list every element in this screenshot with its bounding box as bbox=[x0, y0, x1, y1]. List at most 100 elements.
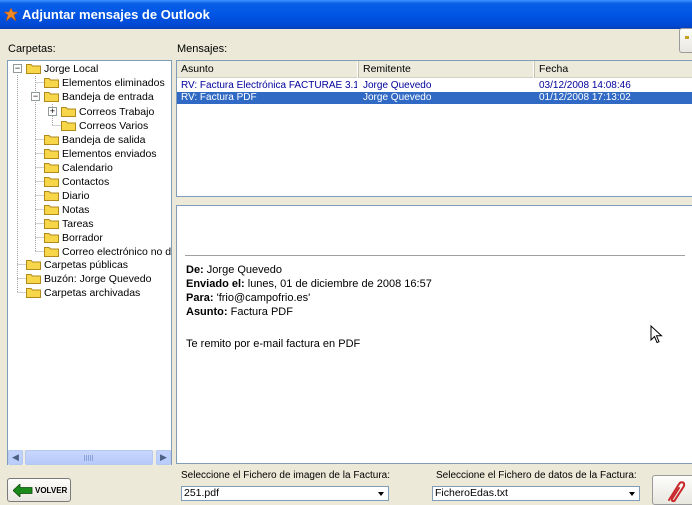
tree-item-carpetas-archivadas[interactable]: Carpetas archivadas bbox=[26, 286, 140, 300]
image-file-value: 251.pdf bbox=[184, 487, 220, 499]
to-label: Para: bbox=[186, 292, 214, 304]
tree-item-contactos[interactable]: Contactos bbox=[44, 175, 109, 189]
message-sender: Jorge Quevedo bbox=[363, 80, 432, 91]
message-list[interactable]: Asunto Remitente Fecha RV: Factura Elect… bbox=[176, 60, 692, 197]
column-header-subject[interactable]: Asunto bbox=[177, 61, 359, 78]
tree-item-correos-trabajo[interactable]: + Correos Trabajo bbox=[47, 105, 154, 119]
subject-label: Asunto: bbox=[186, 306, 228, 318]
folder-icon bbox=[44, 163, 59, 173]
folder-icon bbox=[26, 260, 41, 270]
folders-label: Carpetas: bbox=[8, 43, 56, 55]
image-file-label: Seleccione el Fichero de imagen de la Fa… bbox=[181, 470, 391, 481]
message-subject: RV: Factura PDF bbox=[181, 92, 257, 103]
tree-horizontal-scrollbar[interactable]: ◀ ▶ bbox=[8, 450, 171, 465]
attach-button[interactable] bbox=[652, 475, 692, 505]
preview-separator bbox=[185, 255, 685, 256]
folder-icon bbox=[44, 205, 59, 215]
tree-item-elementos-eliminados[interactable]: Elementos eliminados bbox=[44, 76, 165, 90]
image-file-select[interactable]: 251.pdf bbox=[181, 486, 389, 501]
title-bar: Adjuntar mensajes de Outlook bbox=[0, 0, 692, 29]
tree-item-label: Correos Varios bbox=[79, 120, 149, 132]
folder-icon bbox=[44, 78, 59, 88]
window-title: Adjuntar mensajes de Outlook bbox=[22, 7, 210, 22]
tree-item-borrador[interactable]: Borrador bbox=[44, 231, 103, 245]
tree-item-label: Tareas bbox=[62, 218, 94, 230]
tree-item-diario[interactable]: Diario bbox=[44, 189, 89, 203]
column-header-date[interactable]: Fecha bbox=[535, 61, 692, 78]
tree-item-tareas[interactable]: Tareas bbox=[44, 217, 94, 231]
grip-icon bbox=[84, 455, 93, 461]
folder-icon bbox=[44, 191, 59, 201]
folder-icon bbox=[44, 233, 59, 243]
chevron-down-icon[interactable] bbox=[624, 487, 639, 500]
folder-icon bbox=[26, 274, 41, 284]
folder-icon bbox=[26, 64, 41, 74]
tree-item-label: Bandeja de salida bbox=[62, 134, 146, 146]
app-logo-icon bbox=[4, 8, 18, 21]
tree-item-label: Correo electrónico no des bbox=[62, 246, 172, 258]
tree-item-calendario[interactable]: Calendario bbox=[44, 161, 113, 175]
folder-icon bbox=[44, 92, 59, 102]
to-value: 'frio@campofrio.es' bbox=[216, 292, 311, 304]
collapse-icon[interactable]: − bbox=[31, 92, 40, 101]
tree-item-notas[interactable]: Notas bbox=[44, 203, 89, 217]
message-subject: RV: Factura Electrónica FACTURAE 3.1 bbox=[181, 80, 357, 91]
tree-item-label: Calendario bbox=[62, 162, 113, 174]
tree-item-label: Jorge Local bbox=[44, 63, 99, 75]
tree-item-label: Correos Trabajo bbox=[79, 106, 155, 118]
folder-icon bbox=[44, 219, 59, 229]
mouse-cursor-icon bbox=[650, 325, 663, 344]
folder-tree[interactable]: − Jorge Local Elementos eliminados − Ban… bbox=[7, 60, 172, 465]
tree-item-label: Elementos enviados bbox=[62, 148, 157, 160]
scroll-thumb[interactable] bbox=[25, 450, 153, 465]
collapse-icon[interactable]: − bbox=[13, 64, 22, 73]
key-icon bbox=[685, 36, 689, 39]
message-date: 03/12/2008 14:08:46 bbox=[539, 80, 631, 91]
message-row-selected[interactable]: RV: Factura PDF Jorge Quevedo 01/12/2008… bbox=[177, 92, 692, 104]
tree-item-buzon[interactable]: Buzón: Jorge Quevedo bbox=[26, 272, 151, 286]
message-preview: De: Jorge Quevedo Enviado el: lunes, 01 … bbox=[176, 205, 692, 464]
tree-item-correo-no-deseado[interactable]: Correo electrónico no des bbox=[44, 245, 172, 259]
folder-icon bbox=[26, 288, 41, 298]
folder-icon bbox=[44, 247, 59, 257]
sent-value: lunes, 01 de diciembre de 2008 16:57 bbox=[247, 278, 432, 290]
tree-item-bandeja-salida[interactable]: Bandeja de salida bbox=[44, 133, 145, 147]
tree-item-correos-varios[interactable]: Correos Varios bbox=[61, 119, 148, 133]
preview-body: Te remito por e-mail factura en PDF bbox=[186, 338, 361, 350]
tree-item-carpetas-publicas[interactable]: Carpetas públicas bbox=[26, 258, 128, 272]
tree-item-bandeja-entrada[interactable]: − Bandeja de entrada bbox=[30, 90, 154, 104]
scroll-left-button[interactable]: ◀ bbox=[8, 450, 23, 465]
back-button[interactable]: VOLVER bbox=[7, 478, 71, 502]
folder-icon bbox=[61, 107, 76, 117]
data-file-select[interactable]: FicheroEdas.txt bbox=[432, 486, 640, 501]
tree-item-elementos-enviados[interactable]: Elementos enviados bbox=[44, 147, 157, 161]
data-file-value: FicheroEdas.txt bbox=[435, 487, 508, 499]
tree-item-label: Elementos eliminados bbox=[62, 77, 165, 89]
back-button-label: VOLVER bbox=[35, 486, 68, 495]
preview-from: De: Jorge Quevedo bbox=[186, 264, 282, 276]
tree-item-label: Bandeja de entrada bbox=[62, 91, 154, 103]
folder-icon bbox=[44, 177, 59, 187]
data-file-label: Seleccione el Fichero de datos de la Fac… bbox=[436, 470, 637, 481]
tree-item-label: Carpetas archivadas bbox=[44, 287, 141, 299]
preview-to: Para: 'frio@campofrio.es' bbox=[186, 292, 310, 304]
chevron-down-icon[interactable] bbox=[373, 487, 388, 500]
folder-icon bbox=[61, 121, 76, 131]
tree-item-label: Contactos bbox=[62, 176, 110, 188]
tree-item-jorge-local[interactable]: − Jorge Local bbox=[12, 62, 98, 76]
preview-sent: Enviado el: lunes, 01 de diciembre de 20… bbox=[186, 278, 432, 290]
message-row[interactable]: RV: Factura Electrónica FACTURAE 3.1 Jor… bbox=[177, 80, 692, 92]
message-list-header: Asunto Remitente Fecha bbox=[177, 61, 692, 78]
tree-item-label: Carpetas públicas bbox=[44, 259, 129, 271]
folder-icon bbox=[44, 149, 59, 159]
message-date: 01/12/2008 17:13:02 bbox=[539, 92, 631, 103]
back-arrow-icon bbox=[13, 484, 33, 497]
from-value: Jorge Quevedo bbox=[206, 264, 283, 276]
column-header-sender[interactable]: Remitente bbox=[359, 61, 535, 78]
scroll-right-button[interactable]: ▶ bbox=[156, 450, 171, 465]
expand-icon[interactable]: + bbox=[48, 107, 57, 116]
tree-item-label: Buzón: Jorge Quevedo bbox=[44, 273, 152, 285]
folder-icon bbox=[44, 135, 59, 145]
top-right-button[interactable] bbox=[679, 28, 692, 53]
sent-label: Enviado el: bbox=[186, 278, 245, 290]
